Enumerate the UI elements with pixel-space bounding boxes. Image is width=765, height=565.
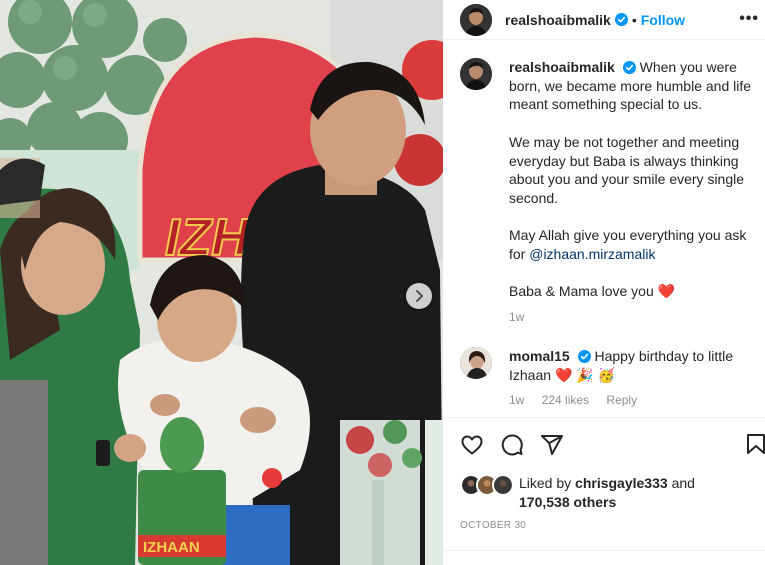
caption-paragraph-2: We may be not together and meeting every… xyxy=(509,133,745,206)
commenter-avatar[interactable] xyxy=(460,346,492,379)
liker-avatars[interactable] xyxy=(460,474,514,496)
post-photo[interactable]: IZH IZHAAN xyxy=(0,0,443,565)
comment-icon[interactable] xyxy=(500,433,524,457)
commenter-avatar-image xyxy=(460,346,492,379)
heart-icon[interactable] xyxy=(460,433,484,457)
caption-paragraph-4: Baba & Mama love you ❤️ xyxy=(509,282,757,301)
caption-row: realshoaibmalik When you were born, we b… xyxy=(443,58,765,327)
add-comment-divider xyxy=(443,550,765,551)
caption-time[interactable]: 1w xyxy=(509,310,524,324)
header-separator: • xyxy=(631,11,637,28)
author-avatar[interactable] xyxy=(460,3,492,36)
verified-badge-icon xyxy=(614,13,628,26)
comment-text: momal15 Happy birthday to little Izhaan … xyxy=(509,347,757,410)
mention-link[interactable]: @izhaan.mirzamalik xyxy=(529,246,655,262)
likes-prefix: Liked by xyxy=(519,475,572,491)
more-options-icon[interactable]: ••• xyxy=(739,10,759,28)
verified-badge-icon xyxy=(577,349,591,363)
carousel-next-button[interactable] xyxy=(406,283,432,309)
verified-badge-icon xyxy=(622,61,636,74)
share-icon[interactable] xyxy=(540,433,564,457)
follow-button[interactable]: Follow xyxy=(641,12,685,28)
caption-meta: 1w xyxy=(509,308,757,327)
party-scene-image: IZH IZHAAN xyxy=(0,0,443,565)
comment-meta: 1w 224 likes Reply xyxy=(509,391,757,410)
chevron-right-icon xyxy=(416,290,423,302)
author-username[interactable]: realshoaibmalik xyxy=(505,12,611,28)
comment-time[interactable]: 1w xyxy=(509,393,524,407)
red-heart-emoji: ❤️ xyxy=(657,283,676,300)
post-date[interactable]: OCTOBER 30 xyxy=(460,520,526,531)
bookmark-icon[interactable] xyxy=(745,432,765,456)
caption-paragraph-3: May Allah give you everything you ask fo… xyxy=(509,226,757,263)
liked-by-user[interactable]: chrisgayle333 xyxy=(575,475,668,491)
caption-avatar-image xyxy=(460,58,492,90)
action-bar xyxy=(460,428,765,462)
likes-count[interactable]: 170,538 others xyxy=(519,494,616,510)
cake-text: IZHAAN xyxy=(143,539,200,556)
commenter-username[interactable]: momal15 xyxy=(509,348,570,364)
likes-summary: Liked by chrisgayle333 and 170,538 other… xyxy=(460,474,695,511)
author-avatar-image xyxy=(460,3,492,36)
comment-emojis: ❤️ 🎉 🥳 xyxy=(554,366,616,383)
comments-list[interactable]: realshoaibmalik When you were born, we b… xyxy=(443,58,765,416)
caption-author-avatar[interactable] xyxy=(460,58,492,90)
likes-text: Liked by chrisgayle333 and 170,538 other… xyxy=(519,474,695,511)
liker-avatar-3 xyxy=(492,474,514,496)
caption-username[interactable]: realshoaibmalik xyxy=(509,59,615,75)
reply-button[interactable]: Reply xyxy=(606,393,637,407)
comment-row: momal15 Happy birthday to little Izhaan … xyxy=(443,346,765,410)
actions-divider xyxy=(443,417,765,418)
caption-text: realshoaibmalik When you were born, we b… xyxy=(509,58,757,327)
post-side-panel: realshoaibmalik • Follow ••• realshoaibm… xyxy=(443,0,765,565)
caption-paragraph-4-text: Baba & Mama love you xyxy=(509,283,654,300)
post-header: realshoaibmalik • Follow ••• xyxy=(443,0,765,40)
likes-joiner: and xyxy=(671,475,695,491)
comment-likes[interactable]: 224 likes xyxy=(542,393,589,407)
